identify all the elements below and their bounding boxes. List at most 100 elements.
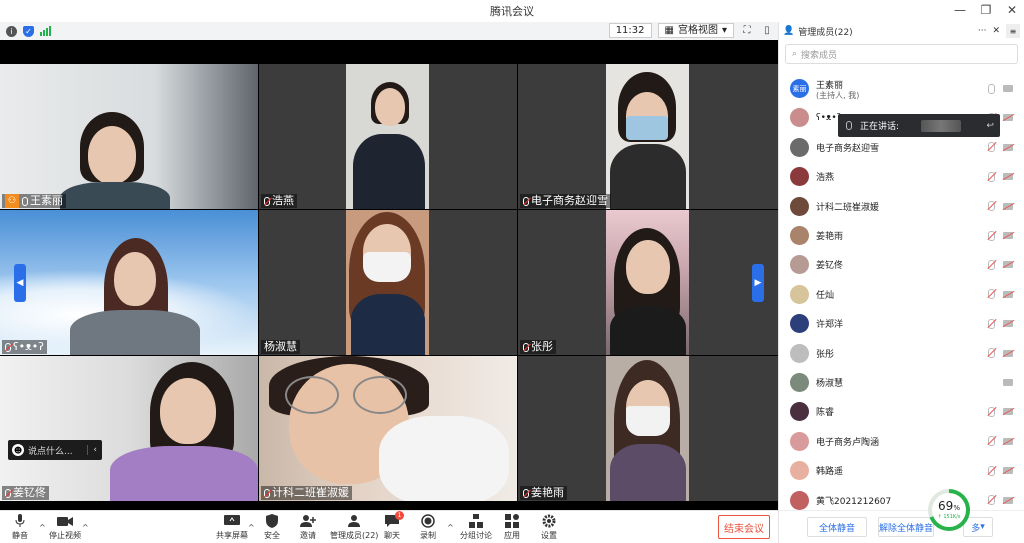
mic-muted-icon[interactable]	[988, 171, 995, 182]
menu-icon[interactable]: ≡	[1006, 24, 1020, 38]
shield-icon[interactable]: ✓	[23, 25, 34, 37]
chat-button[interactable]: 1 聊天	[384, 511, 404, 541]
end-meeting-button[interactable]: 结束会议	[718, 515, 770, 539]
network-status-ring[interactable]: 69% ↑ 151K/s	[928, 489, 970, 531]
chevron-left-icon[interactable]: ‹	[87, 445, 102, 455]
info-icon[interactable]: i	[6, 25, 17, 37]
settings-button[interactable]: 设置	[541, 514, 557, 541]
member-search-input[interactable]: ⌕ 搜索成员	[785, 44, 1018, 64]
camera-off-icon[interactable]	[1003, 349, 1013, 357]
signal-icon[interactable]	[40, 26, 51, 36]
more-icon[interactable]: ···	[978, 26, 987, 36]
breakout-button[interactable]: 分组讨论	[460, 514, 492, 541]
more-button[interactable]: 多 ▾	[963, 517, 993, 537]
chevron-up-icon[interactable]: ^	[447, 523, 454, 532]
camera-icon[interactable]	[1003, 85, 1013, 92]
close-panel-icon[interactable]: ✕	[992, 26, 1000, 36]
chat-quick-input[interactable]: ☻ 说点什么... ‹	[8, 440, 102, 460]
chevron-up-icon[interactable]: ^	[248, 523, 255, 532]
member-row[interactable]: 陈睿	[779, 397, 1024, 426]
manage-members-button[interactable]: 管理成员(22)	[330, 514, 378, 541]
camera-off-icon[interactable]	[1003, 143, 1013, 151]
camera-off-icon[interactable]	[1003, 320, 1013, 328]
camera-off-icon[interactable]	[1003, 173, 1013, 181]
member-row[interactable]: 杨淑慧	[779, 368, 1024, 397]
video-tile[interactable]: ◀ ʕ•ᴥ•ʔ	[0, 210, 258, 355]
mute-button[interactable]: 静音	[12, 514, 28, 541]
return-icon[interactable]: ↩	[986, 121, 994, 131]
camera-off-icon[interactable]	[1003, 467, 1013, 475]
apps-button[interactable]: 应用	[504, 514, 520, 541]
camera-icon[interactable]	[1003, 379, 1013, 386]
member-name: 杨淑慧	[816, 379, 844, 389]
camera-off-icon[interactable]	[1003, 290, 1013, 298]
speaking-indicator: 正在讲话: ↩	[838, 114, 1000, 137]
emoji-icon[interactable]: ☻	[12, 444, 24, 456]
video-tile[interactable]: 计科二班崔淑媛	[259, 356, 517, 501]
mute-all-button[interactable]: 全体静音	[807, 517, 867, 537]
avatar	[790, 373, 809, 392]
mic-muted-icon[interactable]	[988, 348, 995, 359]
panel-footer: 全体静音 解除全体静音 多 ▾	[779, 510, 1024, 543]
member-row[interactable]: 韩路遥	[779, 456, 1024, 485]
camera-off-icon[interactable]	[1003, 261, 1013, 269]
member-role: (主持人, 我)	[816, 91, 860, 100]
prev-page-icon[interactable]: ◀	[14, 264, 26, 302]
invite-button[interactable]: 邀请	[300, 514, 316, 541]
mic-icon[interactable]	[988, 83, 995, 94]
mic-muted-icon[interactable]	[988, 465, 995, 476]
video-tile[interactable]: 姜艳雨	[518, 356, 778, 501]
chevron-up-icon[interactable]: ^	[82, 523, 89, 532]
unmute-all-button[interactable]: 解除全体静音	[878, 517, 934, 537]
video-tile[interactable]: 电子商务赵迎雪	[518, 64, 778, 209]
camera-off-icon[interactable]	[1003, 437, 1013, 445]
camera-off-icon[interactable]	[1003, 202, 1013, 210]
microphone-icon	[846, 121, 852, 130]
share-screen-button[interactable]: 共享屏幕	[216, 514, 248, 541]
fullscreen-icon[interactable]: ⛶	[740, 24, 754, 38]
member-row[interactable]: 姜艳雨	[779, 221, 1024, 250]
restore-icon[interactable]: ❐	[980, 2, 992, 18]
member-row[interactable]: 计科二班崔淑媛	[779, 192, 1024, 221]
camera-off-icon[interactable]	[1003, 114, 1013, 122]
apps-icon	[504, 514, 520, 528]
security-button[interactable]: 安全	[264, 514, 280, 541]
record-button[interactable]: 录制	[420, 514, 436, 541]
search-placeholder: 搜索成员	[801, 50, 838, 61]
video-tile[interactable]: 浩燕	[259, 64, 517, 209]
member-row[interactable]: 姜钇佟	[779, 250, 1024, 279]
mic-muted-icon[interactable]	[988, 289, 995, 300]
member-name: 姜钇佟	[816, 261, 844, 272]
stop-video-button[interactable]: 停止视频	[49, 514, 81, 541]
mic-muted-icon[interactable]	[988, 318, 995, 329]
chevron-up-icon[interactable]: ^	[39, 523, 46, 532]
mic-muted-icon[interactable]	[988, 259, 995, 270]
member-row[interactable]: 电子商务赵迎雪	[779, 133, 1024, 162]
sidebar-toggle-icon[interactable]: ▯	[760, 24, 774, 38]
minimize-icon[interactable]: —	[954, 2, 966, 18]
view-mode-select[interactable]: ▦ 宫格视图 ▾	[657, 23, 734, 38]
member-row[interactable]: 许郑洋	[779, 309, 1024, 338]
member-row[interactable]: 张彤	[779, 339, 1024, 368]
mic-muted-icon[interactable]	[988, 406, 995, 417]
video-tile[interactable]: 杨淑慧	[259, 210, 517, 355]
camera-off-icon[interactable]	[1003, 408, 1013, 416]
video-tile[interactable]: ⚇ 王素丽	[0, 64, 258, 209]
member-row[interactable]: 电子商务卢陶涵	[779, 427, 1024, 456]
camera-off-icon[interactable]	[1003, 232, 1013, 239]
member-row[interactable]: 任灿	[779, 280, 1024, 309]
close-window-icon[interactable]: ✕	[1006, 2, 1018, 18]
video-tile[interactable]: ▶ 张彤	[518, 210, 778, 355]
next-page-icon[interactable]: ▶	[752, 264, 764, 302]
video-tile[interactable]: 姜钇佟	[0, 356, 258, 501]
mic-muted-icon[interactable]	[988, 142, 995, 153]
mic-muted-icon[interactable]	[988, 436, 995, 447]
mic-muted-icon[interactable]	[988, 230, 995, 241]
member-row[interactable]: 素丽 王素丽 (主持人, 我)	[779, 74, 1024, 103]
gear-icon	[541, 514, 557, 528]
member-row[interactable]: 浩燕	[779, 162, 1024, 191]
mic-muted-icon[interactable]	[988, 201, 995, 212]
meeting-app: 腾讯会议 — ❐ ✕ i ✓ 11:32 ▦ 宫格视图 ▾ ⛶ ▯ ⚇ 王素丽 …	[0, 0, 1024, 543]
mic-muted-icon[interactable]	[988, 495, 995, 506]
camera-off-icon[interactable]	[1003, 496, 1013, 504]
